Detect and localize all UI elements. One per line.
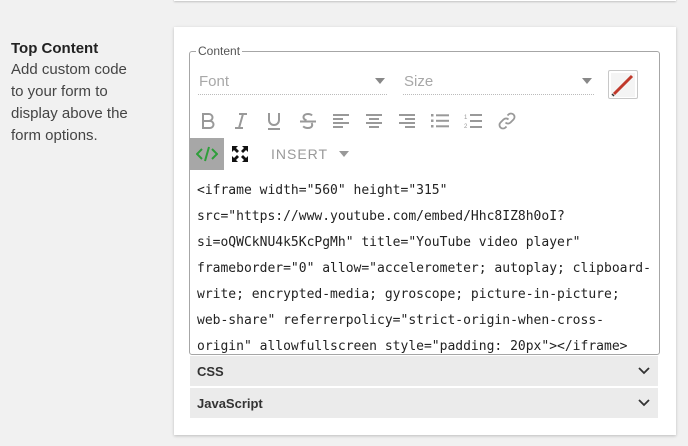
link-icon [498, 112, 516, 130]
content-editor: Content Font Size 1 2 INSERT <iframe wid… [189, 45, 660, 355]
font-select-placeholder: Font [199, 73, 230, 90]
bold-icon [202, 113, 215, 129]
section-description: Top Content Add custom code to your form… [11, 40, 141, 147]
description-line: display above the [11, 105, 128, 122]
code-editor[interactable]: <iframe width="560" height="315" src="ht… [190, 178, 659, 358]
insert-dropdown[interactable]: INSERT [271, 138, 350, 170]
strikethrough-icon [300, 112, 316, 130]
strikethrough-button[interactable] [291, 105, 325, 137]
font-chevron-down-icon [375, 78, 385, 84]
numbered-list-button[interactable]: 1 2 [456, 105, 490, 137]
code-line: web-share" referrerpolicy="strict-origin… [197, 313, 604, 328]
code-line: si=oQWCkNU4k5KcPgMh" title="YouTube vide… [197, 235, 581, 250]
code-line: origin" allowfullscreen style="padding: … [197, 339, 628, 354]
font-select[interactable]: Font [198, 69, 387, 95]
previous-section-card [174, 0, 676, 1]
insert-label: INSERT [271, 146, 329, 162]
code-view-button[interactable] [190, 138, 224, 170]
align-left-icon [333, 114, 349, 128]
color-picker-icon [611, 73, 635, 97]
content-legend: Content [198, 44, 241, 58]
underline-icon [268, 113, 280, 130]
chevron-down-icon [638, 399, 650, 407]
code-line: write; encrypted-media; gyroscope; pictu… [197, 287, 620, 302]
javascript-accordion-label: JavaScript [197, 395, 263, 411]
align-right-icon [399, 114, 415, 128]
align-right-button[interactable] [390, 105, 424, 137]
fullscreen-icon [232, 146, 248, 162]
top-content-card: Content Font Size 1 2 INSERT <iframe wid… [174, 27, 676, 435]
align-center-button[interactable] [357, 105, 391, 137]
code-line: <iframe width="560" height="315" [197, 183, 448, 198]
italic-icon [235, 113, 247, 129]
numbered-list-icon: 1 2 [464, 114, 482, 129]
section-title: Top Content [11, 40, 99, 57]
css-accordion[interactable]: CSS [190, 356, 658, 386]
size-select-placeholder: Size [404, 73, 434, 90]
size-select[interactable]: Size [403, 69, 594, 95]
code-view-icon [196, 146, 218, 162]
fullscreen-button[interactable] [223, 138, 257, 170]
bulleted-list-button[interactable] [423, 105, 457, 137]
code-line: src="https://www.youtube.com/embed/Hhc8I… [197, 209, 565, 224]
align-left-button[interactable] [324, 105, 358, 137]
insert-link-button[interactable] [490, 105, 524, 137]
css-accordion-label: CSS [197, 363, 224, 379]
svg-text:2: 2 [464, 124, 468, 129]
underline-button[interactable] [257, 105, 291, 137]
italic-button[interactable] [224, 105, 258, 137]
chevron-down-icon [638, 367, 650, 375]
size-chevron-down-icon [582, 78, 592, 84]
svg-text:1: 1 [464, 115, 468, 121]
bold-button[interactable] [191, 105, 225, 137]
description-line: form options. [11, 127, 98, 144]
code-line: frameborder="0" allow="accelerometer; au… [197, 261, 651, 276]
text-color-button[interactable] [608, 70, 638, 99]
insert-chevron-down-icon [339, 151, 350, 157]
bulleted-list-icon [431, 114, 449, 128]
description-line: to your form to [11, 83, 108, 100]
description-line: Add custom code [11, 61, 127, 78]
section-description-text: Add custom code to your form to display … [11, 59, 141, 147]
align-center-icon [366, 114, 382, 128]
javascript-accordion[interactable]: JavaScript [190, 388, 658, 418]
